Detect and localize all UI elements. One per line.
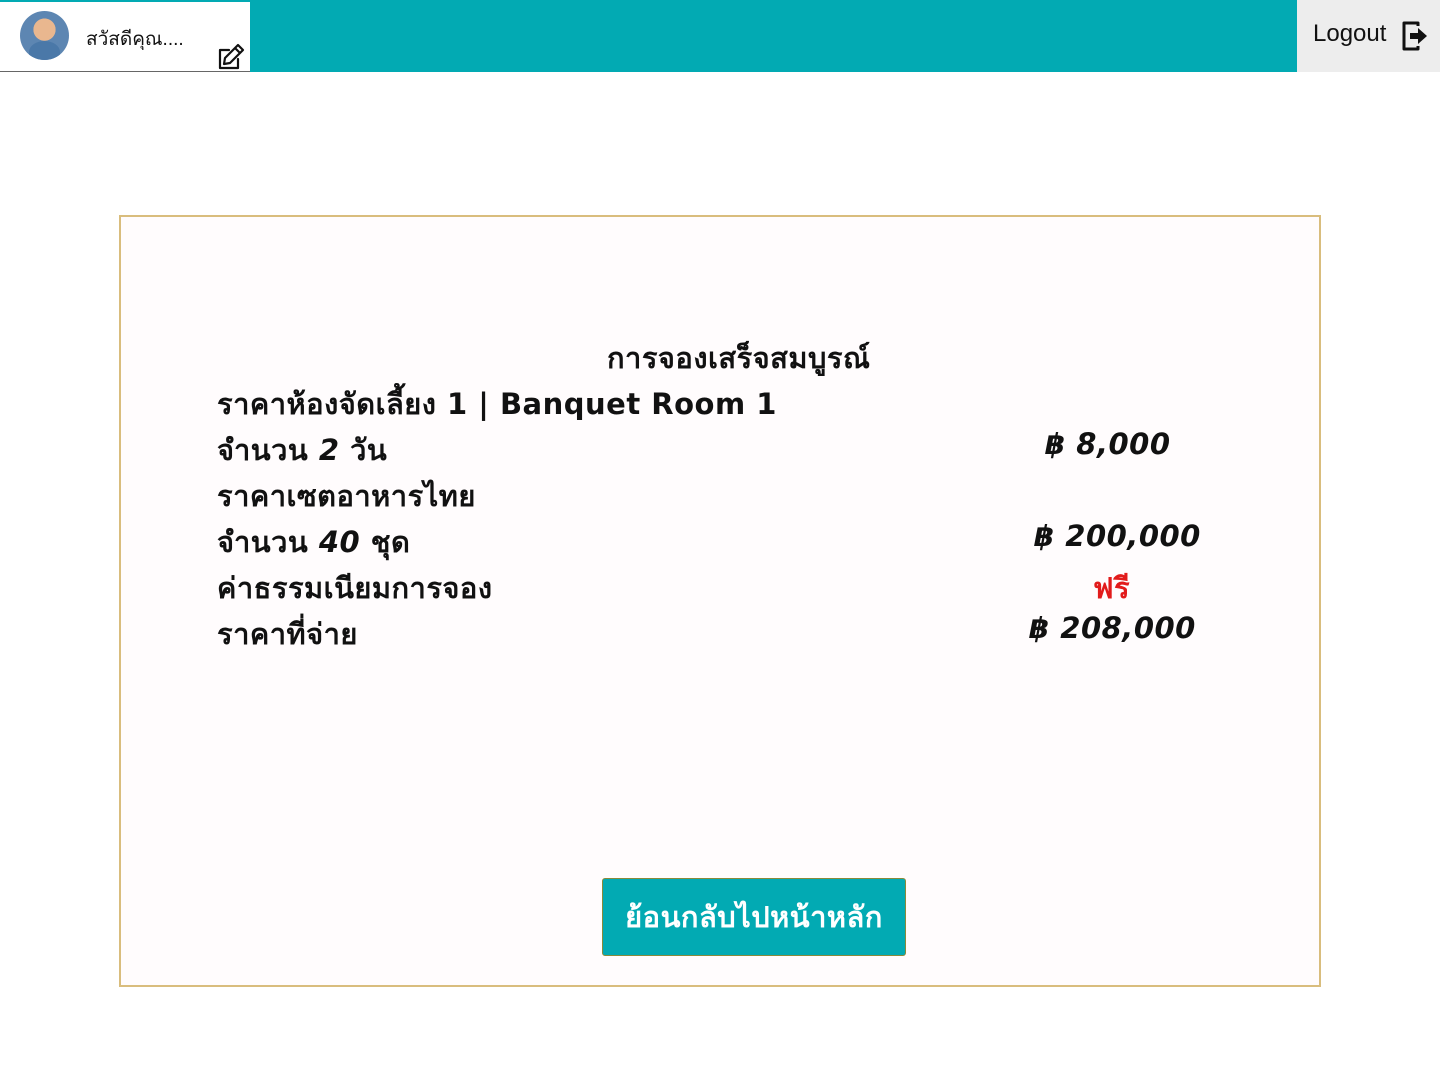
food-label: ราคาเซตอาหารไทย xyxy=(217,479,476,513)
days-value: 2 xyxy=(318,433,340,467)
edit-icon[interactable] xyxy=(216,42,246,72)
days-line: จำนวน 2 วัน xyxy=(217,427,387,473)
sets-line: จำนวน 40 ชุด xyxy=(217,519,410,565)
logout-label: Logout xyxy=(1313,20,1387,47)
days-suffix: วัน xyxy=(339,433,388,467)
room-label: ราคาห้องจัดเลี้ยง 1 | Banquet Room 1 xyxy=(217,387,777,421)
user-profile-box: สวัสดีคุณ.... xyxy=(0,2,250,72)
sets-value: 40 xyxy=(318,525,361,559)
back-to-home-button[interactable]: ย้อนกลับไปหน้าหลัก xyxy=(602,878,906,956)
room-price: ฿ 8,000 xyxy=(1045,427,1171,461)
days-prefix: จำนวน xyxy=(217,433,319,467)
sets-prefix: จำนวน xyxy=(217,525,319,559)
sets-suffix: ชุด xyxy=(360,525,411,559)
summary-title: การจองเสร็จสมบูรณ์ xyxy=(607,341,871,375)
booking-summary-card: การจองเสร็จสมบูรณ์ ราคาห้องจัดเลี้ยง 1 |… xyxy=(119,215,1321,987)
fee-value: ฟรี xyxy=(1093,571,1131,605)
logout-button[interactable]: Logout xyxy=(1297,0,1440,72)
greeting-text: สวัสดีคุณ.... xyxy=(86,29,184,50)
total-price: ฿ 208,000 xyxy=(1029,611,1196,645)
total-label: ราคาที่จ่าย xyxy=(217,617,358,651)
avatar[interactable] xyxy=(20,11,69,60)
fee-label: ค่าธรรมเนียมการจอง xyxy=(217,571,493,605)
logout-icon xyxy=(1402,21,1427,51)
food-price: ฿ 200,000 xyxy=(1034,519,1201,553)
